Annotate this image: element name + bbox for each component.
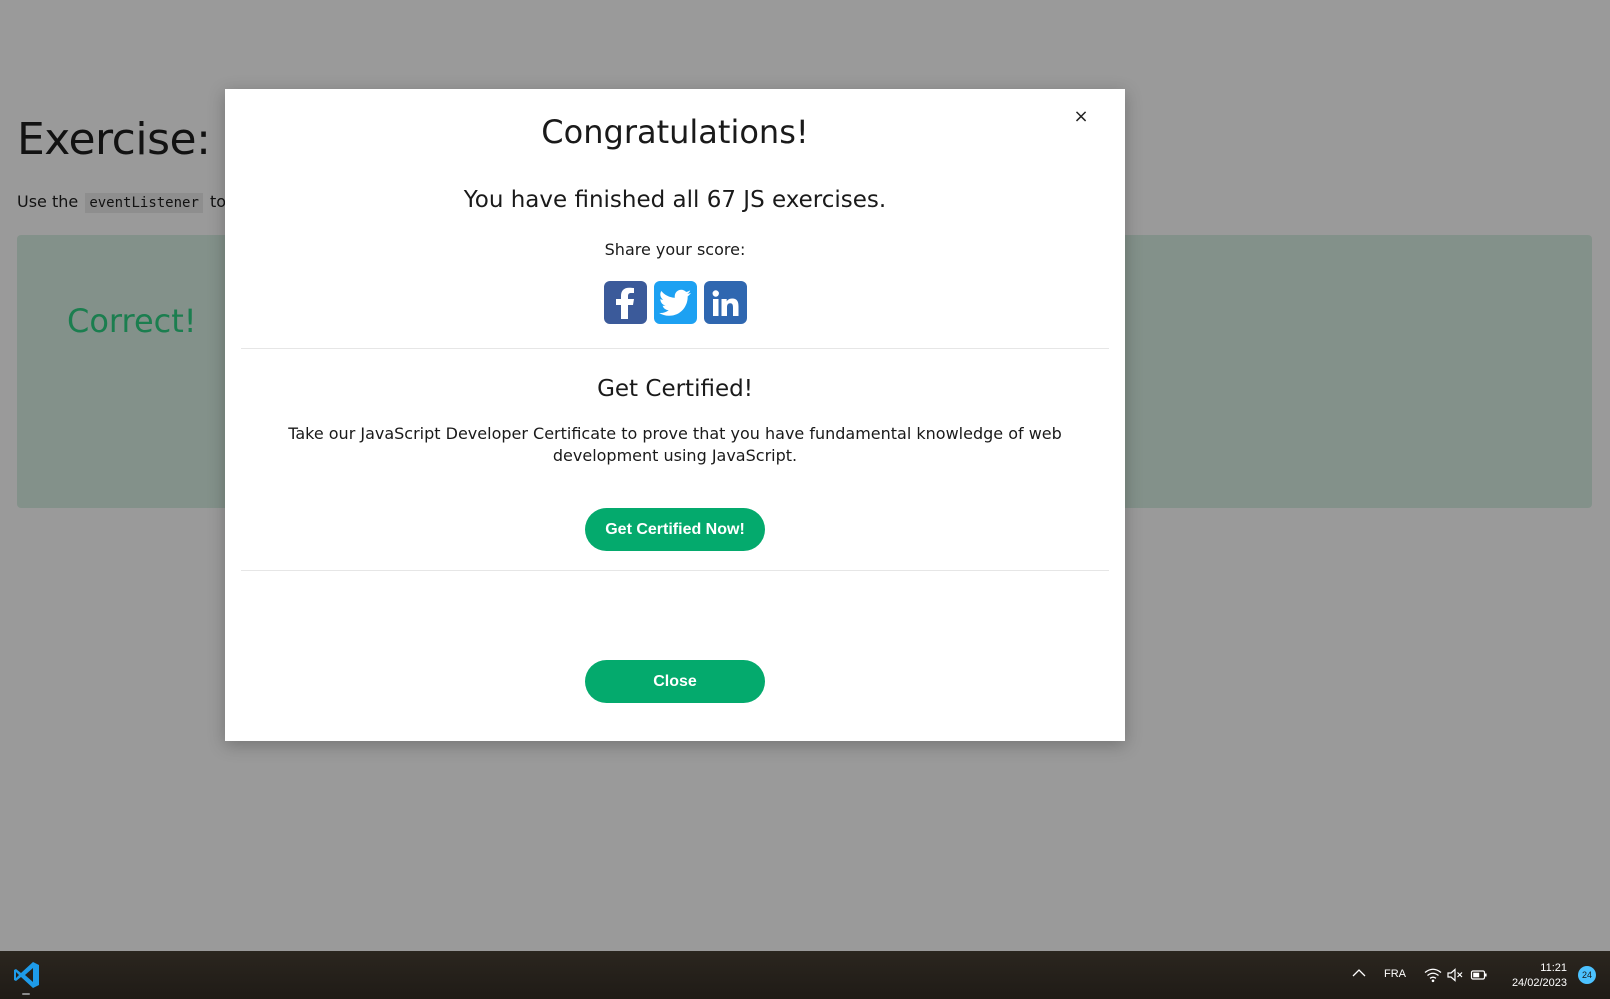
finished-message: You have finished all 67 JS exercises.	[463, 187, 887, 213]
clock-time: 11:21	[1540, 962, 1567, 974]
share-label: Share your score:	[604, 240, 746, 259]
volume-muted-icon	[1447, 968, 1463, 982]
vscode-icon	[14, 962, 39, 988]
facebook-icon	[616, 287, 634, 319]
exercise-desc-after: to	[210, 192, 227, 211]
modal-title: Congratulations!	[541, 113, 809, 151]
exercise-desc-code: eventListener	[85, 193, 203, 213]
exercise-desc-before: Use the	[17, 192, 79, 211]
wifi-icon	[1424, 968, 1442, 983]
correct-message: Correct!	[67, 302, 197, 340]
congratulations-modal: × Congratulations! You have finished all…	[225, 89, 1125, 741]
social-share-buttons	[225, 281, 1125, 324]
twitter-icon	[659, 289, 691, 316]
show-hidden-icons-button[interactable]	[1352, 965, 1366, 981]
taskbar-vscode-button[interactable]	[12, 960, 42, 990]
notification-badge[interactable]: 24	[1578, 966, 1596, 984]
battery-icon	[1470, 970, 1487, 980]
get-certified-button[interactable]: Get Certified Now!	[585, 508, 765, 551]
close-button[interactable]: Close	[585, 660, 765, 703]
facebook-share-button[interactable]	[603, 281, 647, 324]
taskbar: FRA 11:21 24/02/2023 24	[0, 951, 1610, 999]
clock[interactable]: 11:21 24/02/2023	[1505, 961, 1567, 991]
exercise-description: Use the eventListener to	[17, 192, 227, 213]
linkedin-icon	[712, 289, 739, 316]
chevron-up-icon	[1352, 969, 1366, 977]
certification-description: Take our JavaScript Developer Certificat…	[288, 424, 1062, 465]
language-indicator[interactable]: FRA	[1384, 968, 1406, 980]
wifi-button[interactable]	[1424, 966, 1442, 984]
divider	[241, 570, 1109, 571]
certification-title: Get Certified!	[597, 376, 753, 402]
clock-date: 24/02/2023	[1511, 977, 1567, 989]
exercise-title: Exercise:	[17, 114, 211, 165]
linkedin-share-button[interactable]	[703, 281, 747, 324]
battery-button[interactable]	[1470, 966, 1488, 984]
volume-button[interactable]	[1446, 966, 1464, 984]
twitter-share-button[interactable]	[653, 281, 697, 324]
active-app-indicator	[22, 993, 30, 995]
divider	[241, 348, 1109, 349]
